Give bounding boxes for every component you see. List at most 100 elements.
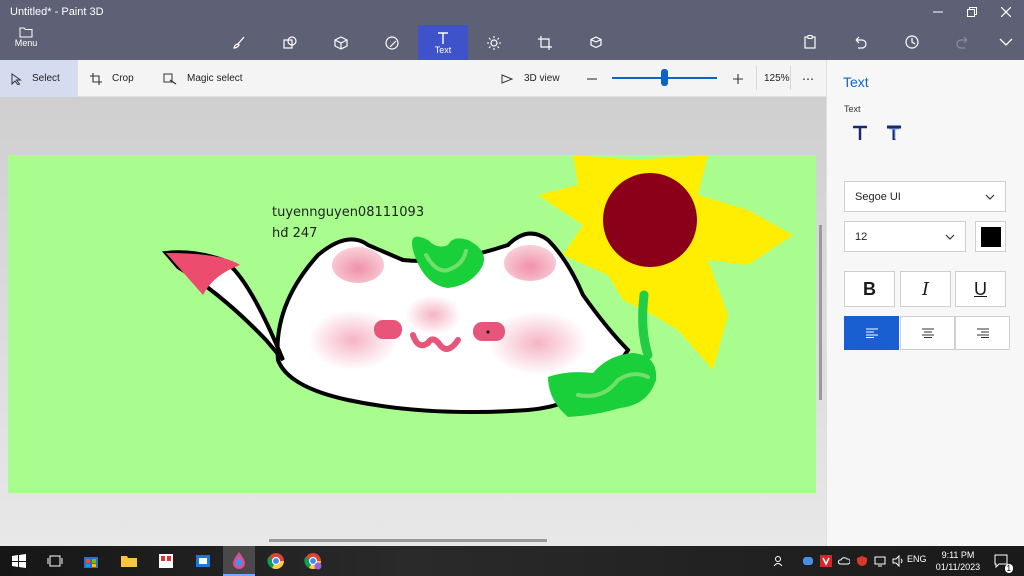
- app-button[interactable]: [155, 550, 177, 572]
- task-view-button[interactable]: [44, 550, 66, 572]
- undo-icon: [855, 36, 867, 49]
- zoom-out-button[interactable]: [576, 60, 608, 97]
- canvas-text-line1[interactable]: tuyennguyen08111093: [272, 205, 424, 220]
- 2d-text-button[interactable]: [851, 124, 869, 147]
- paste-icon: [804, 35, 816, 49]
- bold-button[interactable]: B: [844, 271, 895, 307]
- more-options-button[interactable]: ⋯: [792, 60, 824, 97]
- 3d-view-label: 3D view: [524, 73, 560, 84]
- restore-button[interactable]: [956, 2, 988, 22]
- chrome-icon: [267, 553, 284, 570]
- tool-canvas[interactable]: [520, 25, 570, 60]
- clock-date: 01/11/2023: [935, 562, 981, 572]
- close-icon: [1001, 7, 1011, 17]
- horizontal-scrollbar[interactable]: [269, 539, 547, 542]
- paint-3d-icon: [233, 552, 245, 569]
- folder-icon: [121, 556, 137, 567]
- clock-time: 9:11 PM: [941, 550, 975, 560]
- notification-count: 1: [1004, 564, 1013, 573]
- effects-icon: [487, 35, 501, 50]
- sticker-icon: [385, 35, 399, 50]
- divider: [756, 66, 757, 90]
- vertical-scrollbar[interactable]: [819, 225, 822, 400]
- canvas-text-line2[interactable]: hđ 247: [272, 226, 317, 241]
- zoom-level-text: 125%: [764, 73, 790, 84]
- underline-button[interactable]: U: [955, 271, 1006, 307]
- tool-3d-library[interactable]: [571, 25, 621, 60]
- tool-text[interactable]: Text: [418, 25, 468, 60]
- expand-button[interactable]: [991, 28, 1021, 56]
- library-icon: [590, 35, 602, 48]
- paste-button[interactable]: [795, 28, 825, 56]
- tool-3d-shapes[interactable]: [316, 25, 366, 60]
- restore-icon: [967, 7, 977, 17]
- app-button[interactable]: [192, 550, 214, 572]
- notifications-button[interactable]: 1: [991, 550, 1013, 573]
- font-size-dropdown[interactable]: 12: [844, 221, 966, 252]
- language-indicator[interactable]: ENG: [907, 554, 927, 564]
- network-icon: [874, 556, 886, 567]
- text-color-swatch: [980, 226, 1001, 247]
- select-button[interactable]: Select: [0, 60, 78, 97]
- volume-button[interactable]: [887, 550, 909, 572]
- store-button[interactable]: [80, 550, 102, 572]
- paint-3d-button[interactable]: [223, 546, 255, 576]
- drawing-canvas[interactable]: tuyennguyen08111093 hđ 247: [8, 155, 816, 493]
- magic-select-label: Magic select: [187, 73, 243, 84]
- minimize-icon: [933, 11, 943, 13]
- tool-effects[interactable]: [469, 25, 519, 60]
- tool-text-label: Text: [434, 44, 452, 55]
- 3d-view-button[interactable]: 3D view: [490, 60, 570, 97]
- clock[interactable]: 9:11 PM 01/11/2023: [932, 549, 984, 573]
- task-view-icon: [47, 555, 63, 567]
- history-button[interactable]: [897, 28, 927, 56]
- minus-icon: [587, 77, 597, 80]
- windows-icon: [12, 554, 26, 568]
- plus-icon: [733, 73, 743, 84]
- magic-select-icon: [163, 73, 177, 84]
- align-right-icon: [976, 328, 989, 338]
- crop-icon: [90, 72, 102, 85]
- align-left-button[interactable]: [844, 316, 899, 350]
- tool-brushes[interactable]: [214, 25, 264, 60]
- chevron-down-icon: [945, 234, 955, 240]
- shapes-icon: [283, 35, 297, 49]
- redo-button[interactable]: [948, 28, 978, 56]
- align-right-button[interactable]: [955, 316, 1010, 350]
- panel-section-label: Text: [844, 104, 861, 114]
- font-family-dropdown[interactable]: Segoe UI: [844, 181, 1006, 212]
- 3d-text-icon: [887, 125, 901, 140]
- redo-icon: [956, 36, 968, 49]
- cloud-icon: [838, 557, 850, 565]
- font-family-value: Segoe UI: [855, 190, 901, 203]
- chrome-profile-button[interactable]: [302, 550, 324, 572]
- tool-2d-shapes[interactable]: [265, 25, 315, 60]
- zoom-in-button[interactable]: [722, 60, 754, 97]
- store-icon: [84, 557, 98, 568]
- menu-button[interactable]: Menu: [8, 26, 44, 58]
- minimize-button[interactable]: [922, 2, 954, 22]
- tool-stickers[interactable]: [367, 25, 417, 60]
- 3d-text-button[interactable]: [885, 124, 903, 147]
- file-explorer-button[interactable]: [118, 550, 140, 572]
- taskbar: ENG 9:11 PM 01/11/2023 1: [0, 546, 1024, 576]
- zoom-slider-thumb[interactable]: [661, 69, 668, 86]
- meet-icon: [803, 557, 813, 565]
- history-icon: [905, 35, 919, 49]
- start-button[interactable]: [8, 550, 30, 572]
- people-button[interactable]: [769, 550, 791, 572]
- volume-icon: [892, 555, 903, 567]
- text-panel: Text Text Segoe UI 12 B I U: [826, 60, 1024, 546]
- text-color-picker[interactable]: [975, 221, 1006, 252]
- italic-button[interactable]: I: [900, 271, 951, 307]
- undo-button[interactable]: [845, 28, 875, 56]
- folder-icon: [19, 27, 33, 38]
- app-icon: [159, 554, 173, 568]
- crop-button[interactable]: Crop: [80, 60, 144, 97]
- chrome-button[interactable]: [265, 550, 287, 572]
- close-button[interactable]: [990, 2, 1022, 22]
- more-icon: ⋯: [802, 71, 814, 86]
- magic-select-button[interactable]: Magic select: [153, 60, 253, 97]
- align-center-button[interactable]: [900, 316, 955, 350]
- cursor-icon: [11, 72, 22, 85]
